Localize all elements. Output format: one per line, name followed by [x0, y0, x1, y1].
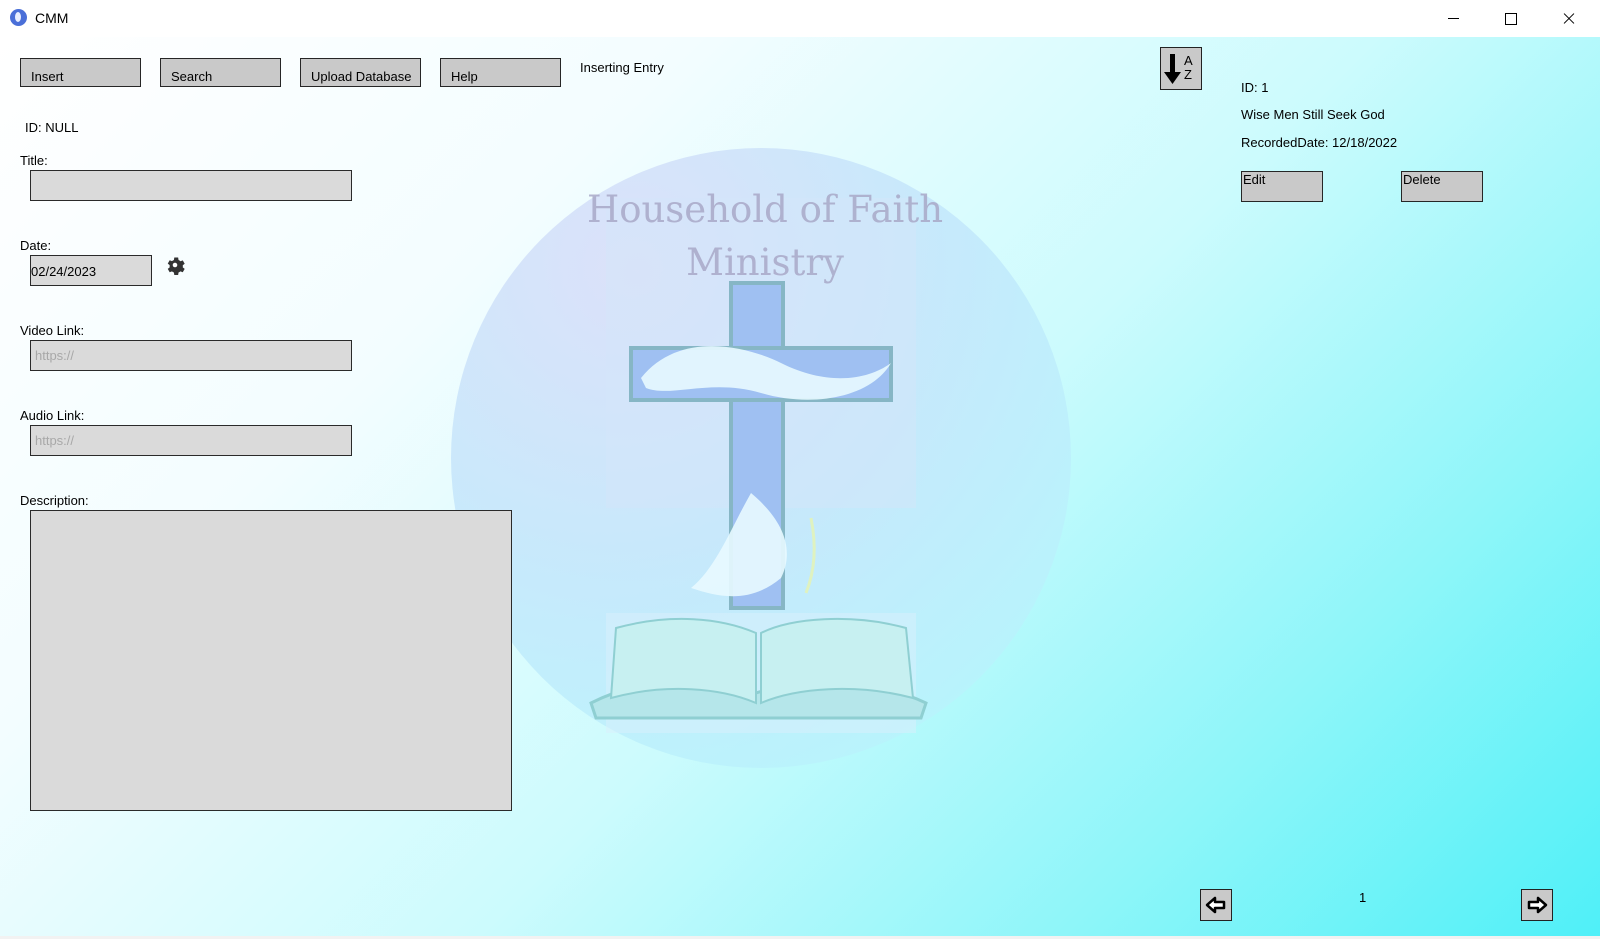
sort-down-arrow-icon [1164, 54, 1181, 84]
upload-database-button[interactable]: Upload Database [300, 58, 421, 87]
record-title: Wise Men Still Seek God [1241, 107, 1385, 122]
edit-button[interactable]: Edit [1241, 171, 1323, 202]
gear-icon[interactable] [164, 254, 186, 276]
search-button[interactable]: Search [160, 58, 281, 87]
help-button[interactable]: Help [440, 58, 561, 87]
sort-az-button[interactable]: A Z [1160, 47, 1202, 90]
record-id: ID: 1 [1241, 80, 1269, 95]
logo-text-line2: Ministry [686, 241, 844, 284]
window-title: CMM [35, 10, 69, 26]
close-button[interactable] [1540, 0, 1598, 37]
sort-letter-z: Z [1184, 67, 1192, 82]
maximize-button[interactable] [1482, 0, 1540, 37]
video-link-input[interactable] [30, 340, 352, 371]
status-text: Inserting Entry [580, 60, 664, 75]
next-page-button[interactable] [1521, 889, 1553, 921]
record-date: RecordedDate: 12/18/2022 [1241, 135, 1398, 150]
page-number: 1 [1359, 890, 1367, 905]
description-input[interactable] [30, 510, 512, 811]
title-bar: CMM [0, 0, 1600, 37]
audio-link-label: Audio Link: [20, 408, 85, 423]
delete-button[interactable]: Delete [1401, 171, 1483, 202]
date-label: Date: [20, 238, 52, 253]
sort-letter-a: A [1184, 53, 1193, 68]
previous-page-button[interactable] [1200, 889, 1232, 921]
description-label: Description: [20, 493, 89, 508]
arrow-right-icon [1527, 896, 1548, 914]
arrow-left-icon [1205, 896, 1226, 914]
logo-text: Household of Faith Ministry [555, 183, 975, 289]
title-label: Title: [20, 153, 48, 168]
minimize-button[interactable] [1424, 0, 1482, 37]
audio-link-input[interactable] [30, 425, 352, 456]
logo-text-line1: Household of Faith [586, 188, 944, 231]
title-input[interactable] [30, 170, 352, 201]
app-icon [10, 9, 27, 26]
insert-button[interactable]: Insert [20, 58, 141, 87]
video-link-label: Video Link: [20, 323, 85, 338]
entry-id-label: ID: NULL [25, 120, 79, 135]
date-input[interactable] [30, 255, 152, 286]
